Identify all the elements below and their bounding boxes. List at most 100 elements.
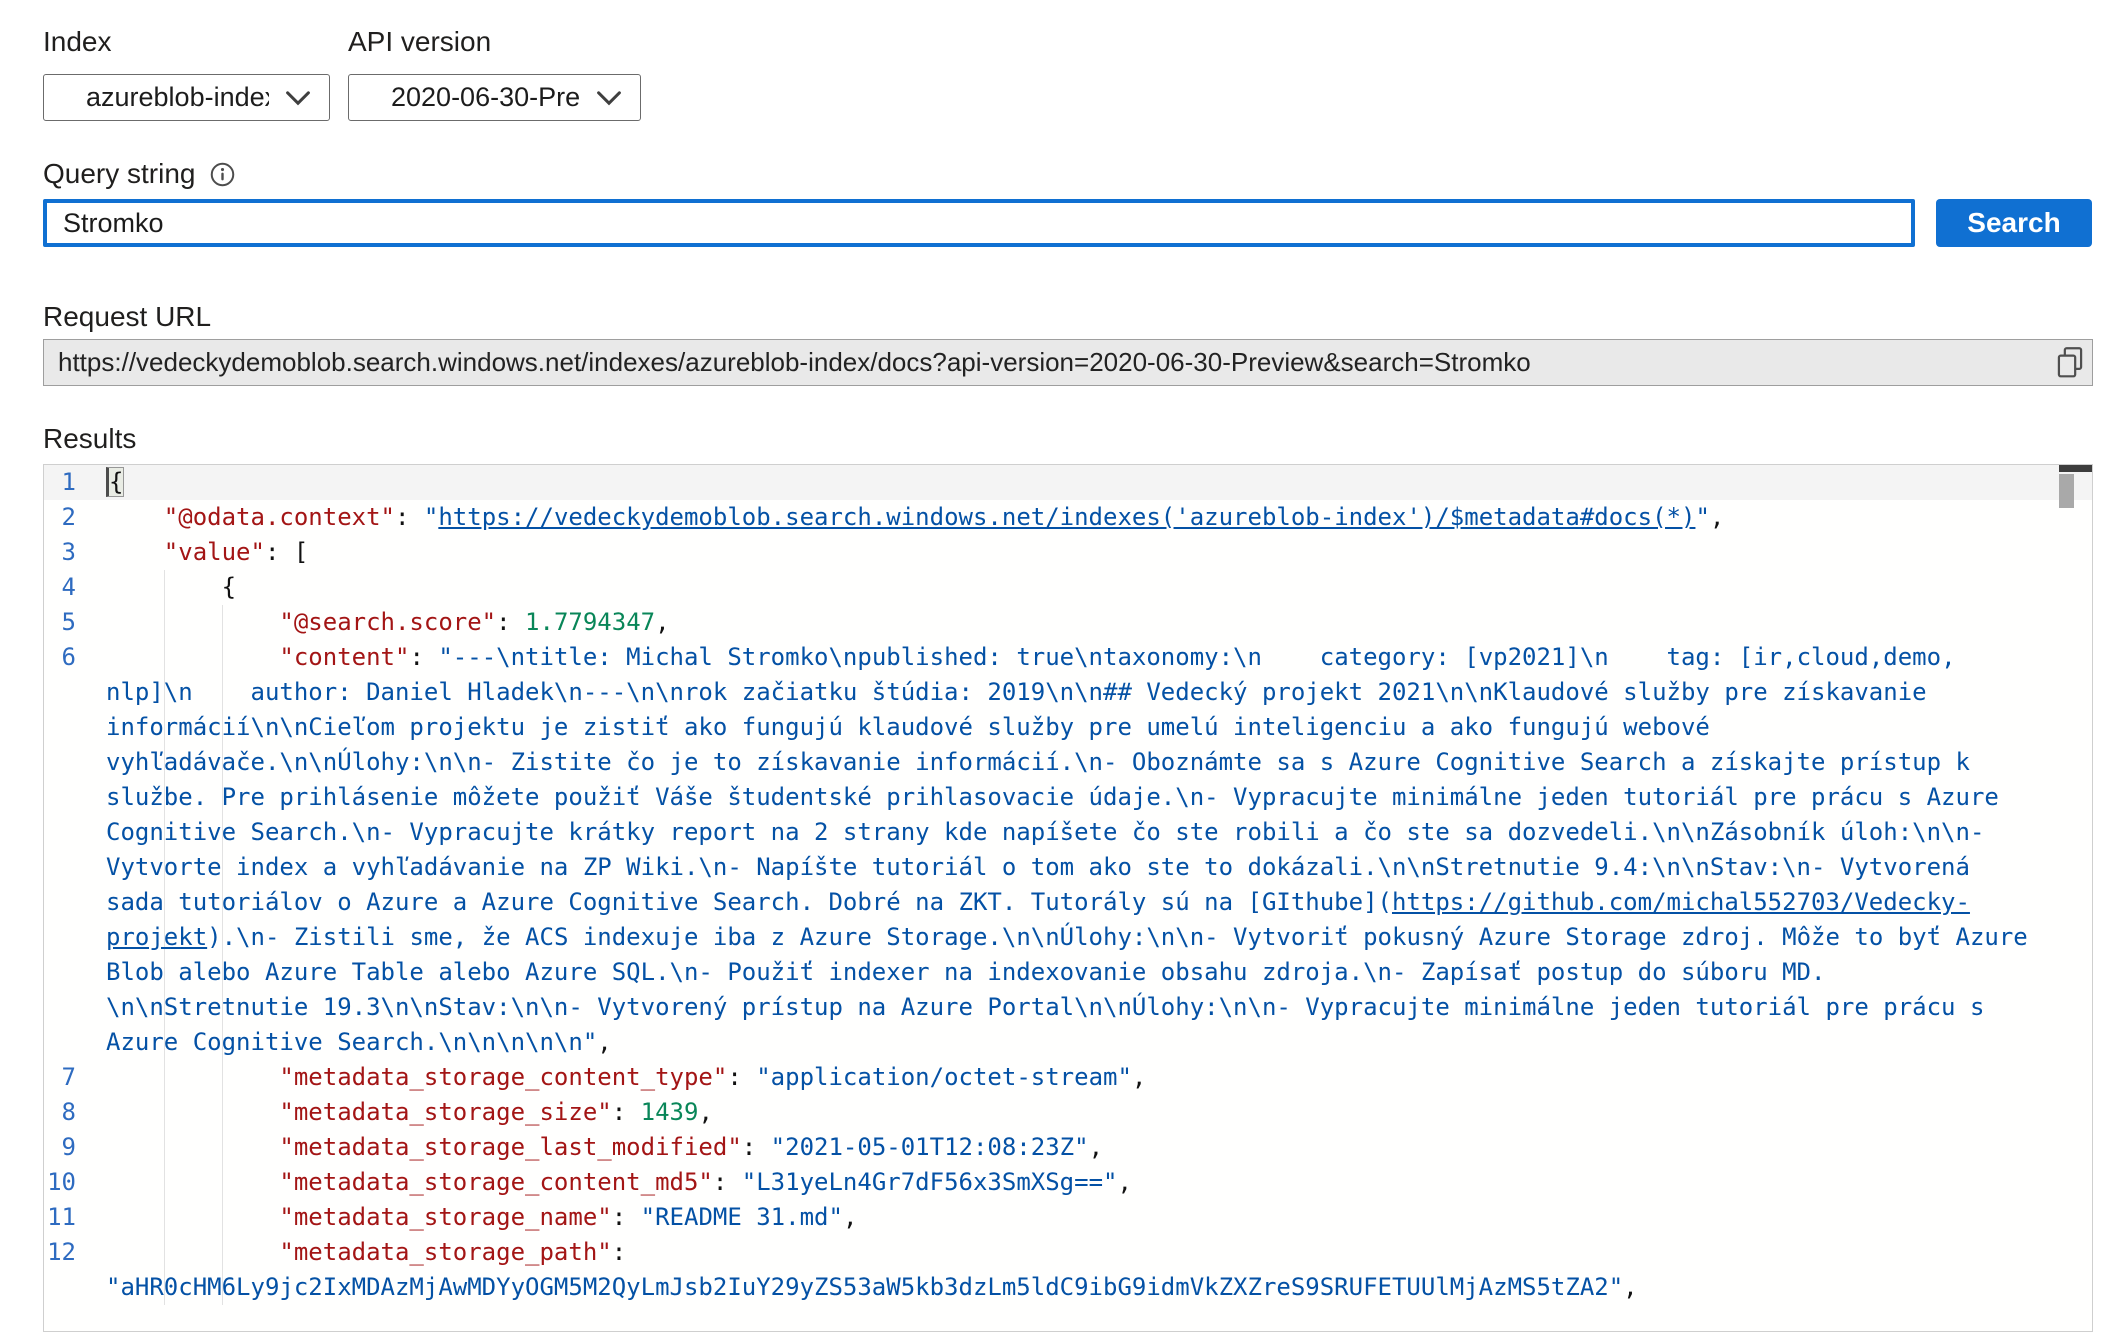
code-line: 12 "metadata_storage_path": "aHR0cHM6Ly9… [44, 1235, 2092, 1305]
code-token: "metadata_storage_content_type" [279, 1063, 727, 1091]
code-line: 10 "metadata_storage_content_md5": "L31y… [44, 1165, 2092, 1200]
code-token: "README 31.md" [641, 1203, 843, 1231]
code-content: "@search.score": 1.7794347, [106, 605, 2092, 640]
query-string-label: Query string [43, 158, 196, 190]
code-token: 1439 [641, 1098, 699, 1126]
api-version-select[interactable]: 2020-06-30-Pre... [348, 74, 641, 121]
code-token: : [727, 1063, 756, 1091]
code-token: "value" [164, 538, 265, 566]
code-content: { [106, 465, 2092, 500]
code-token: , [1132, 1063, 1146, 1091]
index-select-value: azureblob-index [86, 82, 269, 113]
code-content: { [106, 570, 2092, 605]
code-token: , [597, 1028, 611, 1056]
api-version-label: API version [348, 26, 491, 58]
chevron-down-icon [285, 90, 311, 106]
code-content: "@odata.context": "https://vedeckydemobl… [106, 500, 2092, 535]
code-token: : [409, 643, 438, 671]
code-token: "application/octet-stream" [756, 1063, 1132, 1091]
code-token: , [1710, 503, 1724, 531]
search-button[interactable]: Search [1936, 199, 2092, 247]
code-token: "metadata_storage_path" [279, 1238, 611, 1266]
code-token: : [612, 1098, 641, 1126]
code-token: : [742, 1133, 771, 1161]
code-line: 5 "@search.score": 1.7794347, [44, 605, 2092, 640]
code-token: : [395, 503, 424, 531]
code-content: "metadata_storage_path": "aHR0cHM6Ly9jc2… [106, 1235, 2092, 1305]
code-token: "@odata.context" [164, 503, 395, 531]
line-number: 3 [44, 535, 106, 570]
line-number: 2 [44, 500, 106, 535]
api-version-select-value: 2020-06-30-Pre... [391, 82, 580, 113]
line-number: 10 [44, 1165, 106, 1200]
line-number: 1 [44, 465, 106, 500]
code-content: "metadata_storage_last_modified": "2021-… [106, 1130, 2092, 1165]
code-token: , [698, 1098, 712, 1126]
code-content: "metadata_storage_name": "README 31.md", [106, 1200, 2092, 1235]
line-number: 5 [44, 605, 106, 640]
code-line: 11 "metadata_storage_name": "README 31.m… [44, 1200, 2092, 1235]
code-token: "metadata_storage_size" [279, 1098, 611, 1126]
code-line: 9 "metadata_storage_last_modified": "202… [44, 1130, 2092, 1165]
code-content: "value": [ [106, 535, 2092, 570]
line-number: 7 [44, 1060, 106, 1095]
scrollbar-thumb[interactable] [2059, 474, 2074, 508]
copy-button[interactable] [2048, 340, 2092, 385]
code-token: "aHR0cHM6Ly9jc2IxMDAzMjAwMDYyOGM5M2QyLmJ… [106, 1273, 1623, 1301]
results-code-lines: 1{2 "@odata.context": "https://vedeckyde… [44, 465, 2092, 1305]
code-token: , [1623, 1273, 1637, 1301]
line-number: 9 [44, 1130, 106, 1165]
code-token: , [843, 1203, 857, 1231]
code-token: "L31yeLn4Gr7dF56x3SmXSg==" [742, 1168, 1118, 1196]
code-token: "@search.score" [279, 608, 496, 636]
code-content: "metadata_storage_size": 1439, [106, 1095, 2092, 1130]
code-token: : [496, 608, 525, 636]
search-explorer-page: Index azureblob-index API version 2020-0… [0, 0, 2124, 1332]
code-token: : [ [265, 538, 308, 566]
code-token: 1.7794347 [525, 608, 655, 636]
query-string-label-row: Query string [43, 158, 235, 190]
request-url-bar[interactable]: https://vedeckydemoblob.search.windows.n… [43, 339, 2093, 386]
code-token: { [222, 573, 236, 601]
request-url-text: https://vedeckydemoblob.search.windows.n… [44, 347, 2048, 378]
code-line: 2 "@odata.context": "https://vedeckydemo… [44, 500, 2092, 535]
index-select[interactable]: azureblob-index [43, 74, 330, 121]
code-token: , [1089, 1133, 1103, 1161]
code-token: "metadata_storage_content_md5" [279, 1168, 712, 1196]
code-token: , [1117, 1168, 1131, 1196]
code-token: " [424, 503, 438, 531]
line-number: 8 [44, 1095, 106, 1130]
code-line: 1{ [44, 465, 2092, 500]
code-line: 6 "content": "---\ntitle: Michal Stromko… [44, 640, 2092, 1060]
code-token: : [713, 1168, 742, 1196]
results-editor[interactable]: 1{2 "@odata.context": "https://vedeckyde… [43, 464, 2093, 1332]
code-token: "content" [279, 643, 409, 671]
overview-ruler-mark [2059, 465, 2092, 472]
code-token: " [1695, 503, 1709, 531]
code-token: "metadata_storage_name" [279, 1203, 611, 1231]
code-token: : [612, 1238, 641, 1266]
copy-icon [2055, 346, 2085, 380]
code-content: "metadata_storage_content_type": "applic… [106, 1060, 2092, 1095]
code-token: "2021-05-01T12:08:23Z" [771, 1133, 1089, 1161]
line-number: 6 [44, 640, 106, 1060]
request-url-label: Request URL [43, 301, 211, 333]
code-token: : [612, 1203, 641, 1231]
query-input[interactable] [43, 199, 1915, 247]
code-content: "content": "---\ntitle: Michal Stromko\n… [106, 640, 2092, 1060]
line-number: 12 [44, 1235, 106, 1305]
index-label: Index [43, 26, 112, 58]
line-number: 11 [44, 1200, 106, 1235]
code-token: ).\n- Zistili sme, že ACS indexuje iba z… [106, 923, 2042, 1056]
code-line: 8 "metadata_storage_size": 1439, [44, 1095, 2092, 1130]
code-link[interactable]: https://vedeckydemoblob.search.windows.n… [438, 503, 1695, 531]
code-token: , [655, 608, 669, 636]
chevron-down-icon [596, 90, 622, 106]
code-line: 4 { [44, 570, 2092, 605]
code-line: 7 "metadata_storage_content_type": "appl… [44, 1060, 2092, 1095]
info-icon[interactable] [210, 162, 235, 187]
code-line: 3 "value": [ [44, 535, 2092, 570]
results-label: Results [43, 423, 136, 455]
code-token: "metadata_storage_last_modified" [279, 1133, 741, 1161]
code-content: "metadata_storage_content_md5": "L31yeLn… [106, 1165, 2092, 1200]
